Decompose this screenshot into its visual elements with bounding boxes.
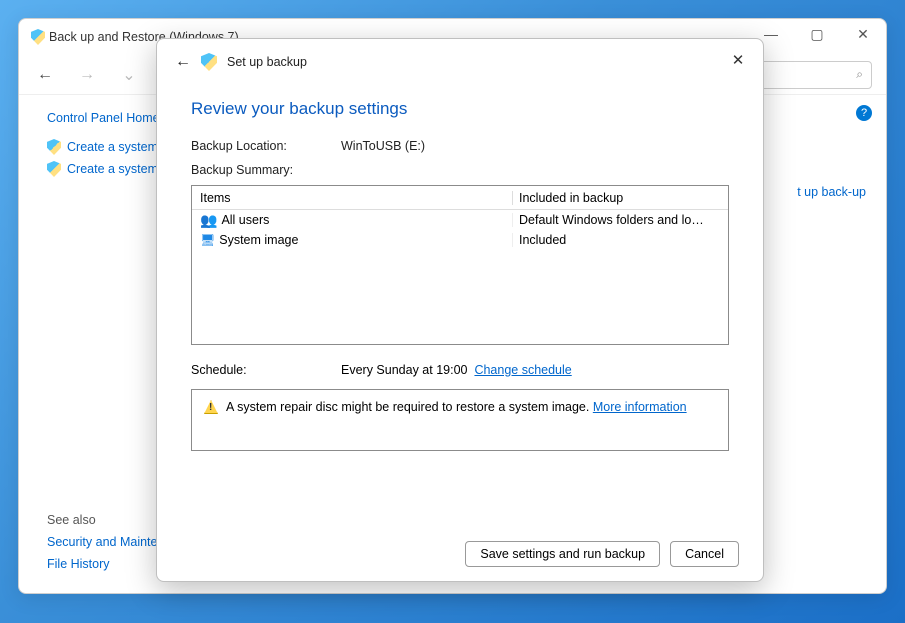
shield-icon <box>47 161 61 177</box>
close-button[interactable]: ✕ <box>840 19 886 49</box>
page-title: Review your backup settings <box>191 99 729 119</box>
dialog-header-text: Set up backup <box>227 55 307 69</box>
backup-summary-label: Backup Summary: <box>191 163 729 177</box>
see-also-filehistory-link[interactable]: File History <box>47 557 157 571</box>
users-icon: 👥 <box>200 213 217 227</box>
help-icon[interactable]: ? <box>856 105 872 121</box>
item-label: System image <box>219 233 298 247</box>
maximize-button[interactable]: ▢ <box>794 19 840 49</box>
schedule-label: Schedule: <box>191 363 341 377</box>
set-up-backup-link[interactable]: t up back-up <box>797 185 866 199</box>
see-also-security-link[interactable]: Security and Mainte <box>47 535 157 549</box>
backup-location-label: Backup Location: <box>191 139 341 153</box>
table-row[interactable]: 👥 All users Default Windows folders and … <box>192 210 728 230</box>
cancel-button[interactable]: Cancel <box>670 541 739 567</box>
more-information-link[interactable]: More information <box>593 400 687 414</box>
col-items-header[interactable]: Items <box>192 191 512 205</box>
table-row[interactable]: 🖥 System image Included <box>192 230 728 250</box>
summary-grid: Items Included in backup 👥 All users Def… <box>191 185 729 345</box>
see-also-header: See also <box>47 513 157 527</box>
recent-dropdown-icon[interactable]: ⌄ <box>117 65 141 85</box>
warning-box: A system repair disc might be required t… <box>191 389 729 451</box>
item-label: All users <box>221 213 269 227</box>
shield-icon <box>31 29 45 45</box>
setup-backup-dialog: ✕ ← Set up backup Review your backup set… <box>156 38 764 582</box>
schedule-value: Every Sunday at 19:00 <box>341 363 467 377</box>
close-icon[interactable]: ✕ <box>727 49 749 71</box>
see-also: See also Security and Mainte File Histor… <box>47 513 157 579</box>
back-arrow-icon[interactable]: ← <box>33 66 57 84</box>
backup-location-value: WinToUSB (E:) <box>341 139 425 153</box>
dialog-back-icon[interactable]: ← <box>175 53 191 71</box>
monitor-icon: 🖥 <box>200 234 215 246</box>
included-value: Default Windows folders and lo… <box>512 213 728 227</box>
warning-icon <box>204 400 218 414</box>
save-and-run-button[interactable]: Save settings and run backup <box>465 541 660 567</box>
forward-arrow-icon[interactable]: → <box>75 66 99 84</box>
shield-icon <box>201 53 217 71</box>
shield-icon <box>47 139 61 155</box>
search-icon: ⌕ <box>856 67 863 82</box>
col-included-header[interactable]: Included in backup <box>512 191 728 205</box>
change-schedule-link[interactable]: Change schedule <box>474 363 571 377</box>
included-value: Included <box>512 233 728 247</box>
warning-text: A system repair disc might be required t… <box>226 400 589 414</box>
